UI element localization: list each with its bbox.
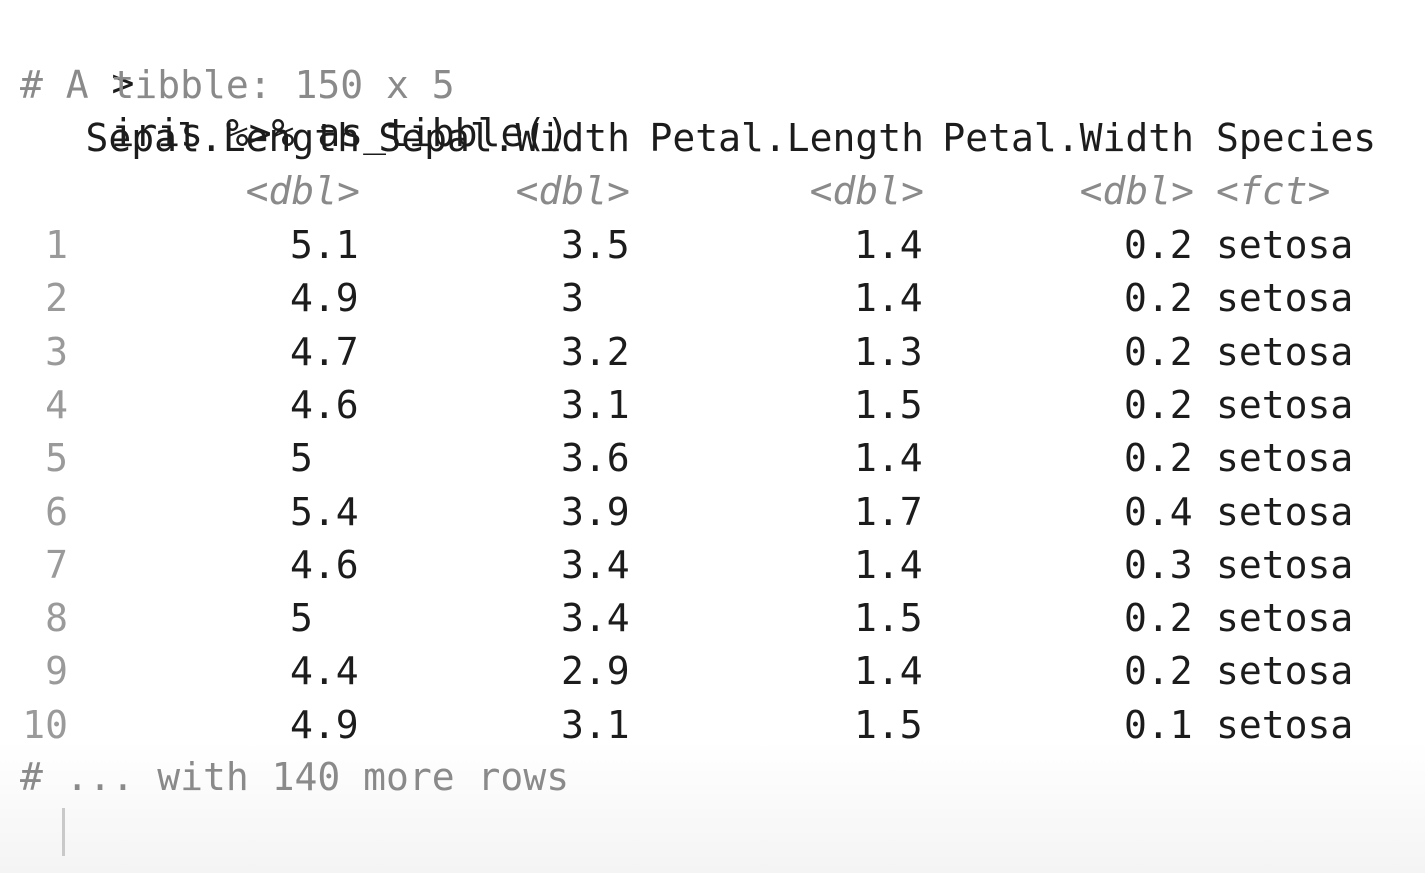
cell-species: setosa: [1216, 489, 1354, 534]
cell-species: setosa: [1216, 436, 1354, 481]
cell-species: setosa: [1216, 542, 1354, 587]
row-index: 10: [22, 702, 68, 747]
tibble-header: # A tibble: 150 x 5: [20, 63, 455, 107]
cell-sepal-width: 3.1: [561, 702, 630, 747]
cell-petal-width: 0.2: [1124, 649, 1193, 694]
cell-petal-width: 0.1: [1124, 702, 1193, 747]
cell-species: setosa: [1216, 702, 1354, 747]
cell-petal-width: 0.4: [1124, 489, 1193, 534]
column-header-sepal-length: Sepal.Length: [85, 116, 360, 160]
cell-petal-width: 0.3: [1124, 542, 1193, 587]
cell-sepal-length: 4.7: [290, 329, 359, 374]
cell-sepal-length: 5.4: [290, 489, 359, 534]
cell-petal-width: 0.2: [1124, 329, 1193, 374]
row-index: 5: [45, 436, 68, 481]
cell-petal-width: 0.2: [1124, 596, 1193, 641]
cell-petal-width: 0.2: [1124, 436, 1193, 481]
prompt-symbol: >: [112, 860, 135, 873]
row-index: 7: [45, 542, 68, 587]
row-index: 1: [45, 223, 68, 267]
cell-sepal-length: 5: [290, 436, 313, 481]
cell-sepal-width: 2.9: [561, 649, 630, 694]
column-type-sepal-width: <dbl>: [515, 169, 630, 213]
cell-sepal-length: 5: [290, 596, 313, 641]
cell-petal-length: 1.5: [854, 382, 923, 427]
cell-sepal-length: 4.6: [290, 542, 359, 587]
cell-sepal-width: 3.4: [561, 542, 630, 587]
cell-species: setosa: [1216, 596, 1354, 641]
cell-petal-length: 1.4: [854, 436, 923, 481]
cell-petal-length: 1.3: [854, 329, 923, 374]
cell-sepal-length: 5.1: [290, 223, 359, 267]
cell-sepal-length: 4.9: [290, 702, 359, 747]
cell-petal-length: 1.5: [854, 702, 923, 747]
cell-species: setosa: [1216, 276, 1354, 321]
column-type-species: <fct>: [1216, 169, 1331, 213]
column-type-petal-width: <dbl>: [1079, 169, 1194, 213]
cell-petal-width: 0.2: [1124, 382, 1193, 427]
column-header-petal-length: Petal.Length: [649, 116, 924, 160]
cell-sepal-length: 4.6: [290, 382, 359, 427]
r-console: > iris %>% as_tibble() # A tibble: 150 x…: [0, 0, 1425, 873]
cell-sepal-width: 3.6: [561, 436, 630, 481]
cell-petal-width: 0.2: [1124, 223, 1193, 267]
input-prompt[interactable]: >: [20, 807, 135, 873]
text-cursor: [62, 808, 65, 856]
cell-species: setosa: [1216, 223, 1354, 267]
cell-petal-length: 1.4: [854, 223, 923, 267]
cell-petal-length: 1.7: [854, 489, 923, 534]
column-type-sepal-length: <dbl>: [245, 169, 360, 213]
cell-petal-length: 1.4: [854, 276, 923, 321]
cell-petal-length: 1.4: [854, 649, 923, 694]
cell-sepal-width: 3: [561, 276, 584, 321]
cell-petal-width: 0.2: [1124, 276, 1193, 321]
column-header-petal-width: Petal.Width: [942, 116, 1194, 160]
cell-sepal-width: 3.5: [561, 223, 630, 267]
cell-petal-length: 1.5: [854, 596, 923, 641]
cell-sepal-width: 3.2: [561, 329, 630, 374]
cell-species: setosa: [1216, 649, 1354, 694]
row-index: 9: [45, 649, 68, 694]
row-index: 3: [45, 329, 68, 374]
row-index: 8: [45, 596, 68, 641]
cell-species: setosa: [1216, 382, 1354, 427]
command-line: > iris %>% as_tibble(): [20, 8, 570, 155]
cell-sepal-width: 3.1: [561, 382, 630, 427]
row-index: 2: [45, 276, 68, 321]
cell-petal-length: 1.4: [854, 542, 923, 587]
row-index: 6: [45, 489, 68, 534]
column-header-sepal-width: Sepal.Width: [378, 116, 630, 160]
column-header-species: Species: [1216, 116, 1377, 160]
cell-species: setosa: [1216, 329, 1354, 374]
cell-sepal-length: 4.9: [290, 276, 359, 321]
row-index: 4: [45, 382, 68, 427]
column-type-petal-length: <dbl>: [809, 169, 924, 213]
more-rows-footer: # ... with 140 more rows: [20, 755, 570, 799]
cell-sepal-width: 3.4: [561, 596, 630, 641]
cell-sepal-length: 4.4: [290, 649, 359, 694]
cell-sepal-width: 3.9: [561, 489, 630, 534]
